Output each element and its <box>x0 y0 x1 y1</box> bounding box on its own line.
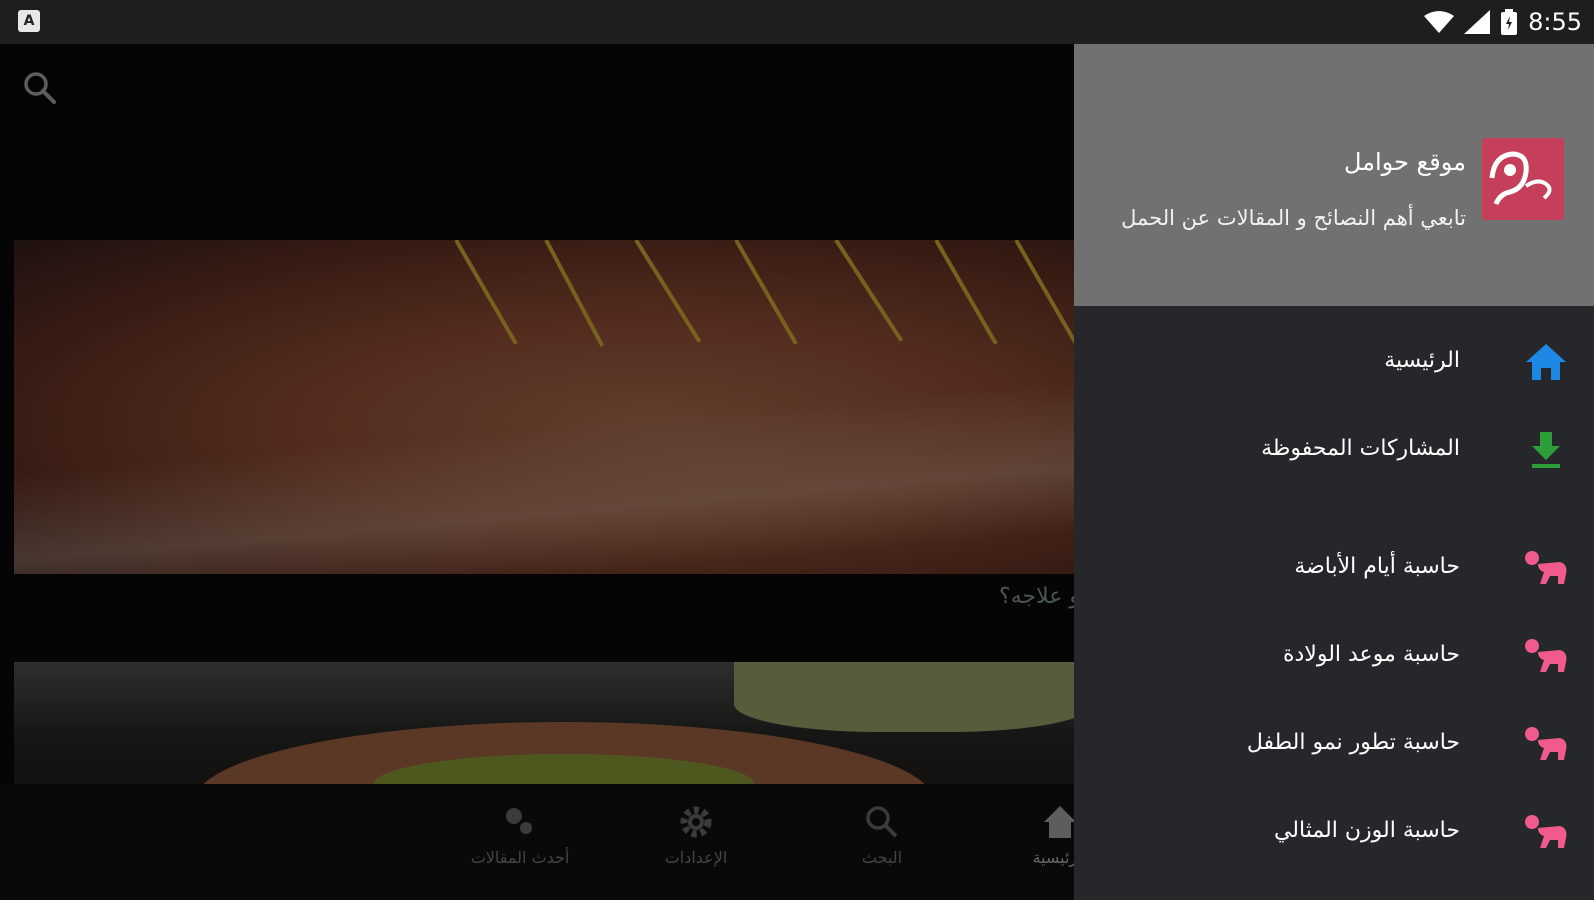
menu-item-child-growth-calculator[interactable]: حاسبة تطور نمو الطفل <box>1074 714 1594 774</box>
menu-item-home[interactable]: الرئيسية <box>1074 332 1594 392</box>
baby-crawl-icon <box>1525 815 1567 848</box>
app-logo <box>1482 138 1564 220</box>
status-bar: A 8:55 <box>0 0 1594 44</box>
baby-crawl-icon <box>1525 639 1567 672</box>
menu-item-label: الرئيسية <box>1384 348 1460 373</box>
clock: 8:55 <box>1528 8 1582 36</box>
menu-item-saved-posts[interactable]: المشاركات المحفوظة <box>1074 420 1594 480</box>
home-icon <box>1526 344 1566 380</box>
app-tagline: تابعي أهم النصائح و المقالات عن الحمل <box>1121 206 1466 230</box>
baby-crawl-icon <box>1525 727 1567 760</box>
app-name: موقع حوامل <box>1343 148 1466 176</box>
notification-icon: A <box>18 10 40 32</box>
baby-crawl-icon <box>1525 551 1567 584</box>
menu-item-label: حاسبة موعد الولادة <box>1282 642 1460 667</box>
menu-item-ideal-weight-calculator[interactable]: حاسبة الوزن المثالي <box>1074 802 1594 862</box>
navigation-drawer: موقع حوامل تابعي أهم النصائح و المقالات … <box>1074 44 1594 900</box>
menu-item-label: حاسبة أيام الأباضة <box>1294 554 1460 579</box>
download-icon <box>1532 432 1560 468</box>
menu-item-ovulation-calculator[interactable]: حاسبة أيام الأباضة <box>1074 538 1594 598</box>
menu-item-label: حاسبة الوزن المثالي <box>1273 818 1460 843</box>
battery-icon <box>1501 9 1518 35</box>
signal-icon <box>1464 10 1491 34</box>
menu-item-label: المشاركات المحفوظة <box>1261 436 1460 461</box>
wifi-icon <box>1424 11 1455 33</box>
status-icons: 8:55 <box>1424 6 1582 38</box>
menu-item-label: حاسبة تطور نمو الطفل <box>1246 730 1460 755</box>
menu-item-due-date-calculator[interactable]: حاسبة موعد الولادة <box>1074 626 1594 686</box>
app-logo-icon <box>1489 151 1552 206</box>
drawer-header: موقع حوامل تابعي أهم النصائح و المقالات … <box>1074 44 1594 306</box>
